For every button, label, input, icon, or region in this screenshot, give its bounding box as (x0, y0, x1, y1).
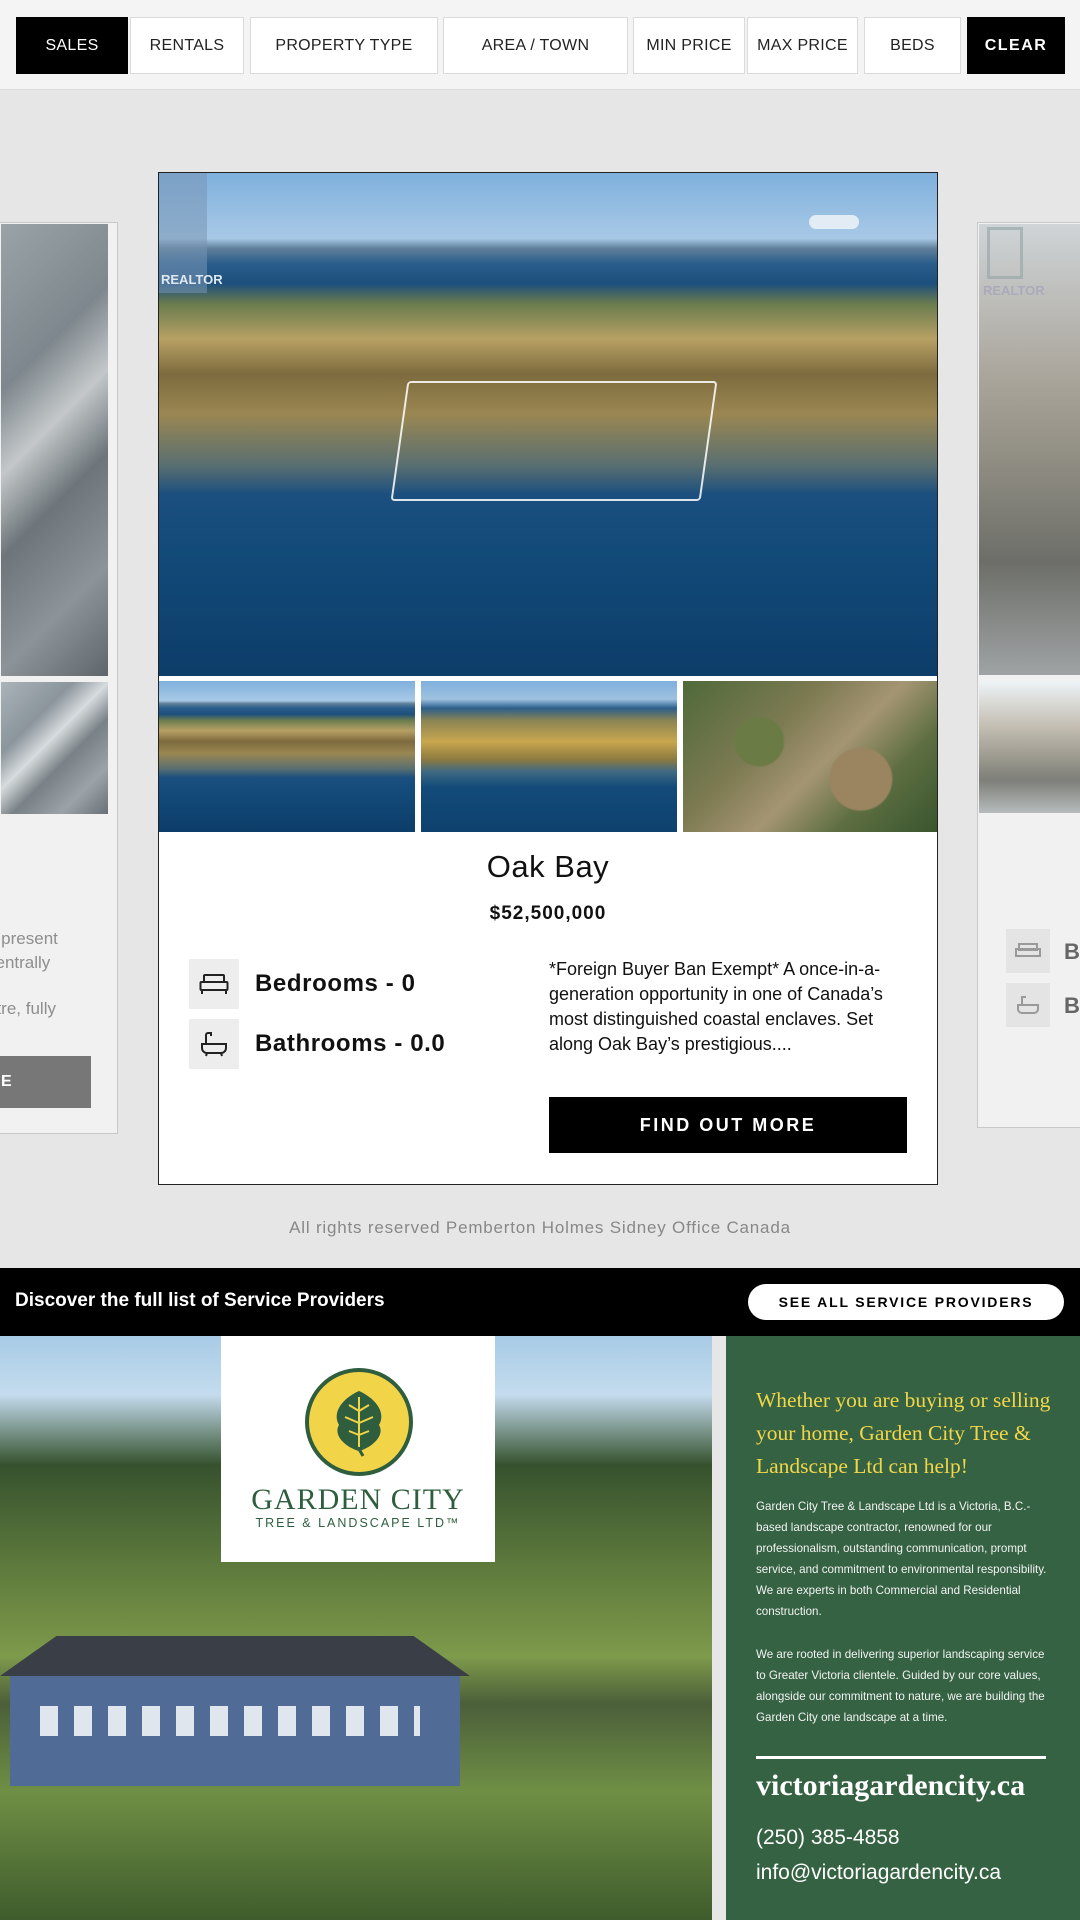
logo-name: GARDEN CITY (251, 1483, 465, 1516)
bedrooms-label: B (1064, 939, 1080, 964)
listing-thumbnail (979, 681, 1080, 813)
bedrooms-label: Bedrooms - 0 (255, 970, 416, 997)
bathrooms-label: Bathrooms - 0.0 (255, 1030, 446, 1057)
bathrooms-label: B (1064, 993, 1080, 1018)
listing-thumbnail-2[interactable] (421, 681, 677, 832)
listing-title: Oak Bay (486, 849, 610, 884)
bathrooms-spec: Bathrooms - 0.0 (189, 1019, 445, 1069)
divider (756, 1756, 1046, 1759)
listing-price: $52,500,000 (489, 903, 607, 924)
description-fragment: ntre, fully (0, 999, 56, 1018)
bedrooms-spec: Bedrooms - 0 (189, 959, 416, 1009)
listing-thumbnail-3[interactable] (683, 681, 937, 832)
bathtub-icon (1006, 983, 1050, 1027)
filter-bar: SALES RENTALS PROPERTY TYPE AREA / TOWN … (0, 0, 1080, 90)
min-price-filter[interactable]: MIN PRICE (633, 17, 745, 74)
listing-hero-photo[interactable]: REALTOR (159, 173, 937, 676)
realtor-logo: REALTOR (159, 173, 223, 293)
listing-card-previous[interactable]: o present centrally ntre, fully E (0, 222, 118, 1134)
bed-icon (1006, 929, 1050, 973)
ad-paragraph-2: We are rooted in delivering superior lan… (756, 1648, 1045, 1724)
realtor-logo: REALTOR (983, 225, 1055, 305)
find-out-more-button[interactable]: E (0, 1056, 91, 1108)
beds-filter[interactable]: BEDS (864, 17, 961, 74)
property-boundary-outline (390, 381, 718, 501)
max-price-filter[interactable]: MAX PRICE (747, 17, 858, 74)
ad-paragraph-1: Garden City Tree & Landscape Ltd is a Vi… (756, 1500, 1047, 1618)
service-providers-bar: Discover the full list of Service Provid… (0, 1268, 1080, 1336)
listing-card[interactable]: REALTOR Oak Bay $52,500,000 Bedrooms - 0… (158, 172, 938, 1185)
service-providers-text: Discover the full list of Service Provid… (15, 1290, 385, 1311)
description-fragment: centrally (0, 953, 51, 972)
ad-email[interactable]: info@victoriagardencity.ca (756, 1861, 1001, 1885)
bathtub-icon (189, 1019, 239, 1069)
oak-leaf-icon (305, 1368, 413, 1476)
ad-website-link[interactable]: victoriagardencity.ca (756, 1769, 1025, 1803)
listing-thumbnail-1[interactable] (159, 681, 415, 832)
description-fragment: o present (0, 929, 58, 948)
bed-icon (189, 959, 239, 1009)
ad-headline: Whether you are buying or selling your h… (756, 1388, 1051, 1478)
listing-description: *Foreign Buyer Ban Exempt* A once-in-a-g… (549, 959, 883, 1054)
ad-phone[interactable]: (250) 385-4858 (756, 1826, 900, 1850)
sales-filter-button[interactable]: SALES (16, 17, 128, 74)
listing-photo (1, 224, 108, 676)
copyright-note: All rights reserved Pemberton Holmes Sid… (289, 1218, 791, 1237)
house-illustration (0, 1596, 470, 1796)
cloud (809, 215, 859, 229)
garden-city-ad-panel[interactable]: Whether you are buying or selling your h… (726, 1336, 1080, 1920)
find-out-more-button[interactable]: FIND OUT MORE (549, 1097, 907, 1153)
logo-subtitle: TREE & LANDSCAPE LTD™ (255, 1516, 461, 1530)
see-all-service-providers-button[interactable]: SEE ALL SERVICE PROVIDERS (748, 1284, 1064, 1320)
garden-city-logo: GARDEN CITY TREE & LANDSCAPE LTD™ (221, 1336, 495, 1562)
area-town-filter[interactable]: AREA / TOWN (443, 17, 628, 74)
listing-card-next[interactable]: REALTOR B B (977, 222, 1080, 1128)
property-type-filter[interactable]: PROPERTY TYPE (250, 17, 438, 74)
clear-filters-button[interactable]: CLEAR (967, 17, 1065, 74)
rentals-filter-button[interactable]: RENTALS (130, 17, 244, 74)
listing-thumbnail (1, 682, 108, 814)
